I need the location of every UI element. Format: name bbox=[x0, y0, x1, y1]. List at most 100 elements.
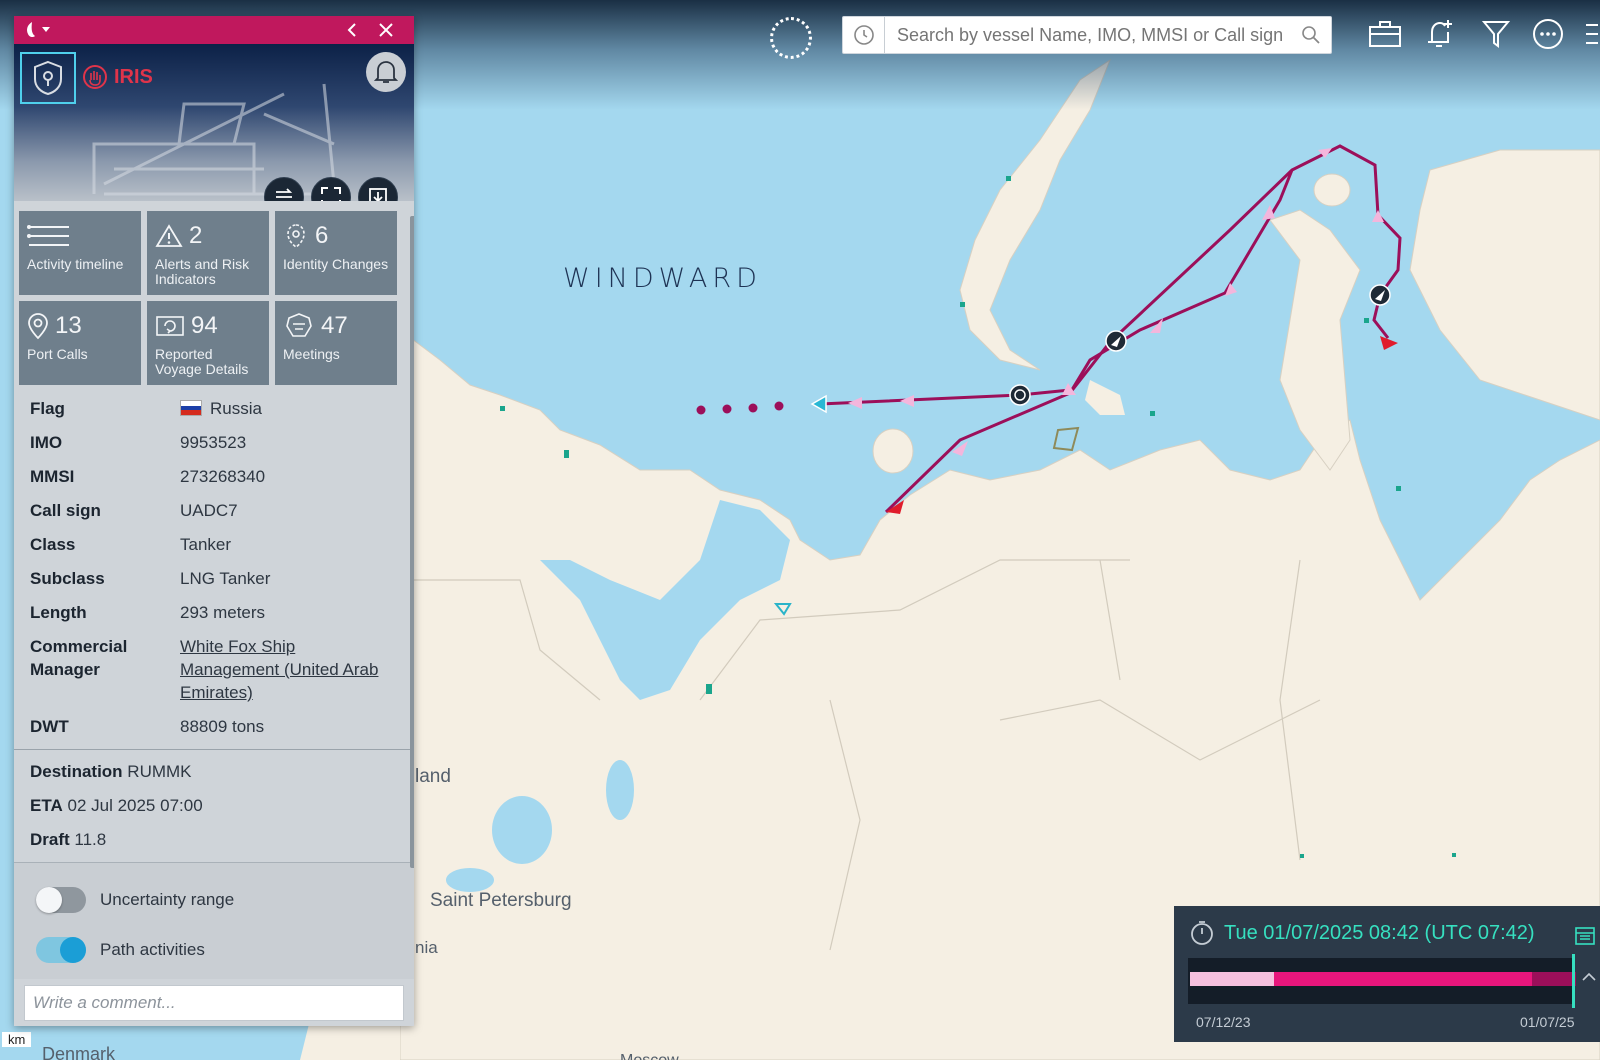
comment-input[interactable]: Write a comment... bbox=[24, 985, 404, 1021]
iris-label: IRIS bbox=[114, 65, 153, 88]
region-label-2: nia bbox=[415, 938, 438, 957]
detail-imo: IMO 9953523 bbox=[30, 431, 414, 454]
class-value: Tanker bbox=[180, 535, 232, 554]
destination-label: Destination bbox=[30, 762, 123, 781]
city-label-saint-petersburg: Saint Petersburg bbox=[430, 890, 572, 911]
stopwatch-icon bbox=[1191, 921, 1213, 945]
app-menu-toggle[interactable] bbox=[24, 21, 51, 39]
vessel-details: Flag Russia IMO 9953523 MMSI 273268340 C… bbox=[14, 391, 414, 738]
tile-activity-timeline[interactable]: Activity timeline bbox=[19, 211, 141, 295]
add-alert-icon[interactable] bbox=[1420, 14, 1460, 54]
loading-spinner-icon bbox=[770, 17, 812, 59]
collapse-panel-icon[interactable] bbox=[340, 18, 364, 42]
tile-label: Reported Voyage Details bbox=[155, 346, 249, 377]
event-marker-time bbox=[1009, 384, 1031, 406]
tile-alerts[interactable]: 2 Alerts and Risk Indicators bbox=[147, 211, 269, 295]
detail-class: Class Tanker bbox=[30, 533, 414, 556]
mmsi-value: 273268340 bbox=[180, 467, 266, 486]
timeline-cursor[interactable] bbox=[1572, 954, 1575, 1008]
timeline-current-time: Tue 01/07/2025 08:42 (UTC 07:42) bbox=[1224, 921, 1535, 944]
iris-badge[interactable]: IRIS bbox=[82, 64, 153, 90]
more-options-icon[interactable] bbox=[1528, 14, 1568, 54]
menu-icon[interactable] bbox=[1582, 14, 1600, 54]
tile-identity-changes[interactable]: 6 Identity Changes bbox=[275, 211, 397, 295]
detail-mmsi: MMSI 273268340 bbox=[30, 465, 414, 488]
destination-row: Destination RUMMK bbox=[30, 760, 414, 783]
eta-label: ETA bbox=[30, 796, 63, 815]
tile-label: Port Calls bbox=[27, 346, 88, 362]
meeting-icon bbox=[286, 313, 312, 337]
windward-logo: WINDWARD bbox=[563, 263, 762, 294]
timeline-header: Tue 01/07/2025 08:42 (UTC 07:42) bbox=[1174, 906, 1600, 946]
vessel-hero-image: IRIS bbox=[14, 44, 414, 201]
notification-bell-icon[interactable] bbox=[366, 52, 406, 92]
vessel-panel: IRIS Activity timeline 2 Alerts and Risk… bbox=[14, 16, 414, 1026]
history-clock-icon[interactable] bbox=[843, 17, 885, 53]
event-marker-nav-2 bbox=[1369, 284, 1391, 306]
calendar-icon[interactable] bbox=[1574, 924, 1596, 946]
detail-key: Subclass bbox=[30, 569, 105, 588]
tile-count: 2 bbox=[189, 222, 203, 249]
vessel-search-bar[interactable] bbox=[842, 16, 1332, 54]
detail-dwt: DWT 88809 tons bbox=[30, 715, 414, 738]
commercial-manager-link[interactable]: White Fox Ship Management (United Arab E… bbox=[180, 635, 392, 704]
filter-icon[interactable] bbox=[1476, 14, 1516, 54]
uncertainty-toggle-row: Uncertainty range bbox=[36, 875, 396, 925]
list-icon bbox=[27, 225, 69, 246]
country-label-denmark: Denmark bbox=[42, 1044, 116, 1060]
tile-count: 13 bbox=[55, 312, 82, 339]
pin-icon bbox=[28, 313, 48, 340]
subclass-value: LNG Tanker bbox=[180, 569, 271, 588]
panel-scrollbar[interactable] bbox=[410, 216, 414, 868]
tile-label: Identity Changes bbox=[283, 256, 389, 272]
close-icon[interactable] bbox=[374, 18, 398, 42]
detail-key: Class bbox=[30, 535, 76, 554]
length-value: 293 meters bbox=[180, 603, 266, 622]
eta-row: ETA 02 Jul 2025 07:00 bbox=[30, 794, 414, 817]
warning-icon bbox=[155, 224, 183, 247]
risk-shield-icon[interactable] bbox=[20, 52, 76, 104]
briefcase-icon[interactable] bbox=[1365, 14, 1405, 54]
vessel-search-input[interactable] bbox=[885, 24, 1291, 46]
detail-value: Russia bbox=[180, 397, 262, 420]
detail-flag: Flag Russia bbox=[30, 397, 414, 420]
path-toggle-row: Path activities bbox=[36, 925, 396, 975]
timeline-start-date: 07/12/23 bbox=[1196, 1014, 1251, 1030]
flag-value: Russia bbox=[210, 399, 262, 418]
timeline-range-active bbox=[1274, 972, 1532, 986]
timeline-range-recent bbox=[1532, 972, 1576, 986]
tile-label: Meetings bbox=[283, 346, 340, 362]
imo-value[interactable]: 9953523 bbox=[180, 431, 246, 454]
draft-value: 11.8 bbox=[74, 830, 107, 849]
path-activities-toggle[interactable] bbox=[36, 937, 86, 963]
tile-label: Activity timeline bbox=[27, 256, 124, 272]
city-label-moscow: Moscow bbox=[620, 1052, 679, 1060]
tile-meetings[interactable]: 47 Meetings bbox=[275, 301, 397, 385]
timeline-end-date: 01/07/25 bbox=[1520, 1014, 1575, 1030]
tile-port-calls[interactable]: 13 Port Calls bbox=[19, 301, 141, 385]
detail-key: Call sign bbox=[30, 501, 101, 520]
event-marker-nav-1 bbox=[1105, 330, 1127, 352]
draft-row: Draft 11.8 bbox=[30, 828, 414, 851]
divider bbox=[14, 749, 414, 750]
path-label: Path activities bbox=[100, 940, 205, 959]
voyage-info: Destination RUMMK ETA 02 Jul 2025 07:00 … bbox=[14, 760, 414, 851]
panel-header bbox=[14, 16, 414, 44]
search-icon[interactable] bbox=[1291, 25, 1331, 45]
chevron-up-icon[interactable] bbox=[1582, 972, 1596, 982]
tile-reported-voyage-details[interactable]: 94 Reported Voyage Details bbox=[147, 301, 269, 385]
callsign-value: UADC7 bbox=[180, 501, 238, 520]
detail-key: MMSI bbox=[30, 467, 75, 486]
vessel-stat-tiles: Activity timeline 2 Alerts and Risk Indi… bbox=[14, 201, 414, 391]
detail-commercial-manager: Commercial Manager White Fox Ship Manage… bbox=[30, 635, 414, 704]
uncertainty-range-toggle[interactable] bbox=[36, 887, 86, 913]
detail-key: DWT bbox=[30, 717, 69, 736]
timeline-track[interactable] bbox=[1188, 958, 1576, 1004]
timeline-range-past bbox=[1190, 972, 1274, 986]
detail-key: IMO bbox=[30, 433, 63, 452]
detail-key: Length bbox=[30, 603, 87, 622]
identity-icon bbox=[287, 224, 305, 248]
russia-flag-icon bbox=[180, 400, 202, 416]
tile-label: Alerts and Risk Indicators bbox=[155, 256, 250, 287]
tile-count: 6 bbox=[315, 222, 329, 249]
